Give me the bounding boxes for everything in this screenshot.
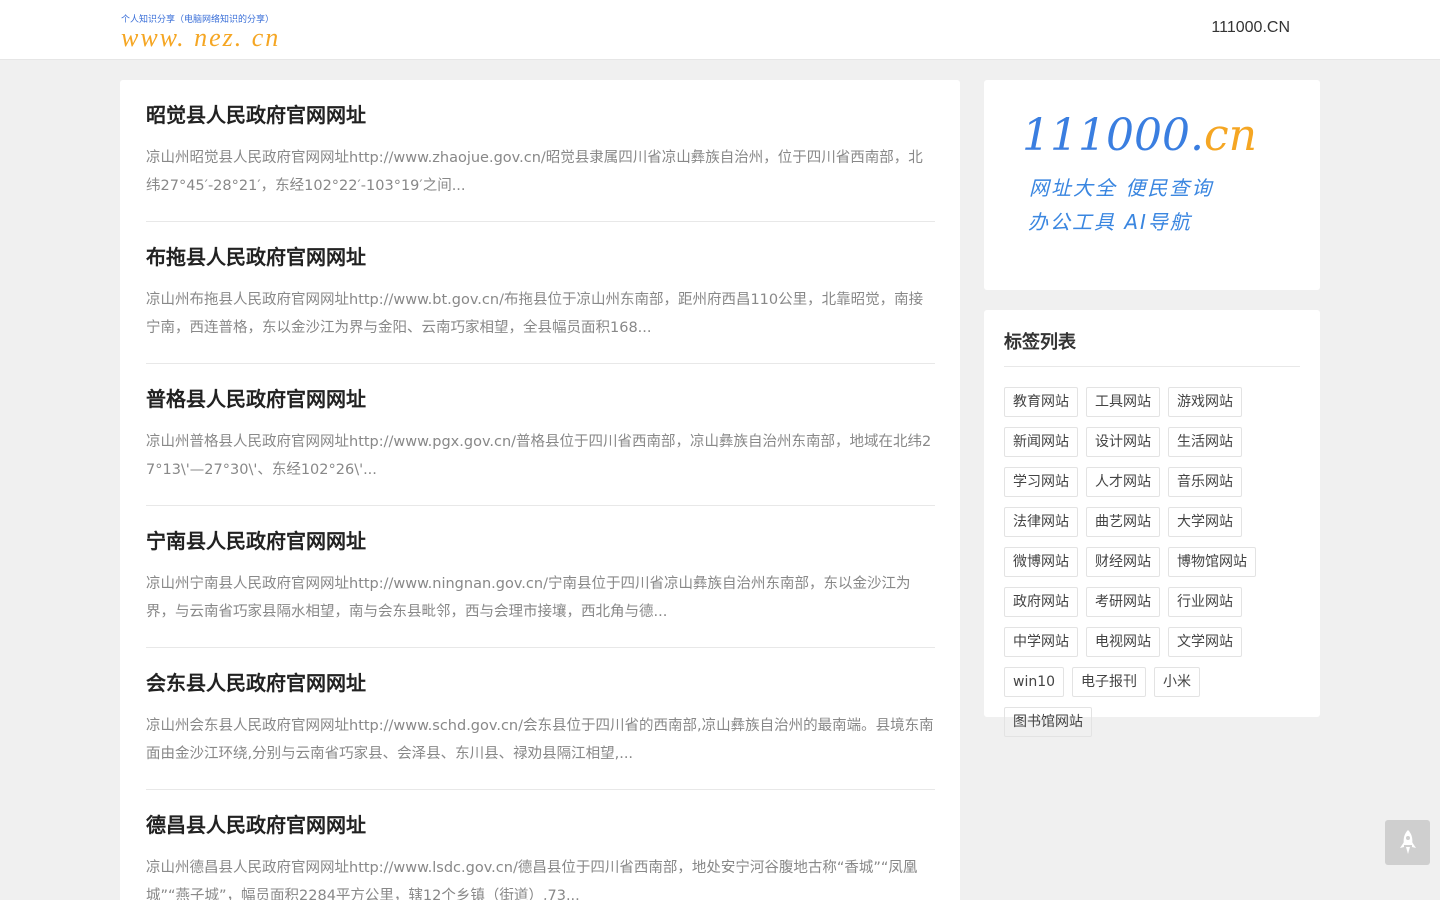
post-excerpt: 凉山州昭觉县人民政府官网网址http://www.zhaojue.gov.cn/… — [146, 150, 923, 194]
tag-item[interactable]: 大学网站 — [1168, 507, 1242, 537]
list-item: 普格县人民政府官网网址 凉山州普格县人民政府官网网址http://www.pgx… — [146, 364, 935, 506]
post-title-link[interactable]: 布拖县人民政府官网网址 — [146, 242, 935, 272]
list-item: 布拖县人民政府官网网址 凉山州布拖县人民政府官网网址http://www.bt.… — [146, 222, 935, 364]
site-logo[interactable]: 个人知识分享（电脑网络知识的分享） www. nez. cn — [121, 14, 311, 52]
tag-item[interactable]: 学习网站 — [1004, 467, 1078, 497]
tag-item[interactable]: 电子报刊 — [1072, 667, 1147, 697]
tag-list: 教育网站 工具网站 游戏网站 新闻网站 设计网站 生活网站 学习网站 人才网站 … — [1004, 387, 1300, 747]
banner-brand-main: 111000. — [1022, 110, 1204, 161]
tag-item[interactable]: 财经网站 — [1086, 547, 1160, 577]
tag-item[interactable]: 行业网站 — [1168, 587, 1242, 617]
rocket-icon — [1399, 829, 1416, 854]
post-excerpt: 凉山州会东县人民政府官网网址http://www.schd.gov.cn/会东县… — [146, 718, 934, 762]
tag-item[interactable]: 人才网站 — [1086, 467, 1160, 497]
post-excerpt: 凉山州布拖县人民政府官网网址http://www.bt.gov.cn/布拖县位于… — [146, 292, 924, 336]
post-title-link[interactable]: 会东县人民政府官网网址 — [146, 668, 935, 698]
site-header: 个人知识分享（电脑网络知识的分享） www. nez. cn 111000.CN — [0, 0, 1440, 60]
tag-panel: 标签列表 教育网站 工具网站 游戏网站 新闻网站 设计网站 生活网站 学习网站 … — [984, 310, 1320, 737]
post-list: 昭觉县人民政府官网网址 凉山州昭觉县人民政府官网网址http://www.zha… — [120, 80, 960, 900]
post-excerpt: 凉山州宁南县人民政府官网网址http://www.ningnan.gov.cn/… — [146, 576, 911, 620]
tag-item[interactable]: 设计网站 — [1086, 427, 1160, 457]
post-excerpt: 凉山州普格县人民政府官网网址http://www.pgx.gov.cn/普格县位… — [146, 434, 932, 478]
banner-slogan-2: 办公工具 AI导航 — [1028, 210, 1192, 234]
tag-item[interactable]: 小米 — [1154, 667, 1201, 697]
list-item: 宁南县人民政府官网网址 凉山州宁南县人民政府官网网址http://www.nin… — [146, 506, 935, 648]
logo-text: www. nez. cn — [121, 23, 281, 52]
list-item: 会东县人民政府官网网址 凉山州会东县人民政府官网网址http://www.sch… — [146, 648, 935, 790]
sidebar-banner[interactable]: 111000.cn 网址大全 便民查询 办公工具 AI导航 — [984, 80, 1320, 290]
post-title-link[interactable]: 昭觉县人民政府官网网址 — [146, 100, 935, 130]
tag-item[interactable]: 新闻网站 — [1004, 427, 1078, 457]
post-title-link[interactable]: 德昌县人民政府官网网址 — [146, 810, 935, 840]
tag-item[interactable]: 中学网站 — [1004, 627, 1078, 657]
tag-item[interactable]: 图书馆网站 — [1004, 707, 1092, 737]
tag-item[interactable]: 考研网站 — [1086, 587, 1160, 617]
banner-brand: 111000.cn — [1022, 110, 1257, 161]
list-item: 昭觉县人民政府官网网址 凉山州昭觉县人民政府官网网址http://www.zha… — [146, 80, 935, 222]
tag-item[interactable]: 音乐网站 — [1168, 467, 1242, 497]
tag-item[interactable]: 电视网站 — [1086, 627, 1160, 657]
banner-brand-suffix: cn — [1203, 110, 1257, 161]
tag-item[interactable]: 法律网站 — [1004, 507, 1078, 537]
tag-item[interactable]: 博物馆网站 — [1168, 547, 1256, 577]
tag-item[interactable]: 教育网站 — [1004, 387, 1078, 417]
post-title-link[interactable]: 宁南县人民政府官网网址 — [146, 526, 935, 556]
post-excerpt: 凉山州德昌县人民政府官网网址http://www.lsdc.gov.cn/德昌县… — [146, 860, 918, 900]
tag-item[interactable]: 生活网站 — [1168, 427, 1242, 457]
banner-slogan-1: 网址大全 便民查询 — [1029, 176, 1214, 200]
tag-item[interactable]: 政府网站 — [1004, 587, 1078, 617]
tag-item[interactable]: 文学网站 — [1168, 627, 1242, 657]
tag-panel-title: 标签列表 — [1004, 330, 1300, 367]
tag-item[interactable]: 游戏网站 — [1168, 387, 1242, 417]
post-title-link[interactable]: 普格县人民政府官网网址 — [146, 384, 935, 414]
tag-item[interactable]: 工具网站 — [1086, 387, 1160, 417]
tag-item[interactable]: 曲艺网站 — [1086, 507, 1160, 537]
list-item: 德昌县人民政府官网网址 凉山州德昌县人民政府官网网址http://www.lsd… — [146, 790, 935, 900]
back-to-top-button[interactable] — [1385, 820, 1430, 865]
top-nav-link[interactable]: 111000.CN — [1211, 19, 1290, 37]
tag-item[interactable]: win10 — [1004, 667, 1065, 697]
tag-item[interactable]: 微博网站 — [1004, 547, 1078, 577]
